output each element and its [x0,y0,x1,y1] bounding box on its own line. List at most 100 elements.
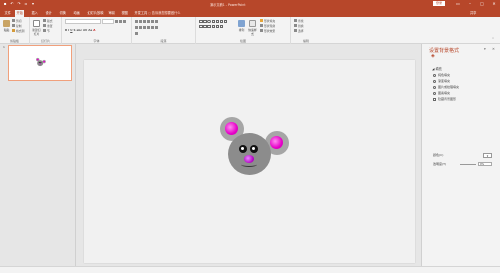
tab-transitions[interactable]: 切换 [58,10,67,18]
tab-animations[interactable]: 动画 [72,10,81,18]
list-buttons[interactable] [135,19,158,24]
hide-background-option[interactable]: 隐藏背景图形 [433,97,456,101]
redo-icon[interactable]: ↷ [17,1,21,6]
tab-developer[interactable]: 开发工具 [133,10,149,18]
face-shape[interactable] [228,133,271,175]
spacing-icon[interactable]: AV [83,28,87,32]
color-picker-button[interactable]: ▾ [483,153,492,158]
collapse-ribbon-icon[interactable]: ˄ [492,37,494,42]
right-eye-shape[interactable] [250,145,258,153]
shapes-gallery[interactable] [199,19,235,35]
tab-review[interactable]: 审阅 [107,10,116,18]
slide-thumbnail[interactable] [8,45,72,81]
tab-design[interactable]: 设计 [44,10,53,18]
freeform-shape-icon[interactable] [215,24,220,28]
tab-view[interactable]: 视图 [120,10,129,18]
save-icon[interactable]: ▪ [3,1,7,6]
radio-button[interactable] [433,85,436,89]
more-shapes-icon[interactable] [219,24,224,28]
pane-options-icon[interactable]: ▾ [484,47,486,51]
left-eye-shape[interactable] [239,145,247,153]
radio-button[interactable] [433,91,436,95]
slide-canvas[interactable] [84,60,415,263]
ribbon-tabs: 文件 开始 插入 设计 切换 动画 幻灯片放映 审阅 视图 开发工具 ◌ 告诉我… [0,8,500,17]
maximize-icon[interactable]: □ [476,0,488,8]
ribbon-display-icon[interactable]: ▭ [452,0,464,8]
radio-button[interactable] [433,79,436,83]
mouse-drawing[interactable] [220,115,290,177]
smartart-button[interactable] [135,31,138,36]
fill-section-header[interactable]: ◢ 填充 [432,66,442,71]
radio-button[interactable] [433,73,436,77]
section-button[interactable]: 节 [43,28,50,33]
line-shape-icon[interactable] [211,19,216,23]
tab-insert[interactable]: 插入 [30,10,39,18]
gradient-fill-option[interactable]: 渐变填充 [433,79,450,83]
shadow-icon[interactable]: S [73,28,75,32]
block-arrow-shape-icon[interactable] [207,24,211,28]
new-slide-button[interactable]: 新建幻灯片 [32,19,41,36]
tell-me-search[interactable]: ◌ 告诉我您想要做什么 [148,10,180,17]
font-size-select[interactable] [102,19,114,24]
ribbon: 粘贴 剪切 复制 格式刷 剪贴板 新建幻灯片 版式 重置 节 幻灯片 B I U… [0,17,500,44]
underline-icon[interactable]: U [70,28,72,32]
brace-shape-icon[interactable] [199,24,203,28]
callout-shape-icon[interactable] [203,24,207,28]
quick-styles-button[interactable]: 快速样式 [248,19,257,36]
transparency-slider[interactable] [460,164,476,165]
rectangle-shape-icon[interactable] [199,19,203,23]
star-shape-icon[interactable] [223,19,228,23]
case-icon[interactable]: Aa [88,28,92,32]
curve-shape-icon[interactable] [211,24,216,28]
shape-effects-button[interactable]: 形状效果 [260,28,275,33]
font-size-buttons[interactable] [115,19,126,24]
format-painter-button[interactable]: 格式刷 [12,28,24,33]
slide-editor [76,44,421,266]
arrow-shape-icon[interactable] [215,19,220,23]
reset-label: 重置 [47,23,53,28]
fill-section-label: 填充 [435,67,442,71]
tab-file[interactable]: 文件 [3,10,12,18]
arrange-button[interactable]: 排列 [237,19,246,35]
arrange-label: 排列 [238,28,245,32]
font-style-buttons[interactable]: B I U S abc AV Aa A [65,27,95,32]
mouth-shape[interactable] [241,162,257,167]
align-center-icon [139,26,142,29]
fill-bucket-icon[interactable]: ◈ [431,54,437,59]
font-name-select[interactable] [65,19,101,24]
strikethrough-icon[interactable]: abc [76,28,82,32]
pattern-fill-option[interactable]: 图案填充 [433,91,450,95]
clear-format-icon [123,20,126,23]
replace-label: 替换 [298,23,304,28]
tab-slideshow[interactable]: 幻灯片放映 [86,10,105,18]
paste-button[interactable]: 粘贴 [2,19,11,35]
font-color-icon[interactable]: A [93,28,95,32]
bold-icon[interactable]: B [65,28,67,32]
undo-icon[interactable]: ↶ [10,1,14,6]
minimize-icon[interactable]: – [464,0,476,8]
drawing-group: 排列 快速样式 形状填充 形状轮廓 形状效果 绘图 [196,17,291,44]
picture-fill-option[interactable]: 图片或纹理填充 [433,85,459,89]
textbox-shape-icon[interactable] [203,19,207,23]
italic-icon[interactable]: I [68,28,69,32]
triangle-shape-icon[interactable] [219,19,224,23]
tab-home[interactable]: 开始 [15,9,25,17]
right-ear-inner-shape[interactable] [270,136,283,149]
select-button[interactable]: 选择 [294,28,304,33]
share-button[interactable]: 共享 [470,10,476,17]
transparency-input[interactable]: 0% [478,162,492,166]
pane-close-icon[interactable]: ✕ [492,47,495,51]
shrink-font-icon [119,20,122,23]
left-ear-inner-shape[interactable] [225,122,238,135]
solid-fill-option[interactable]: 纯色填充 [433,73,450,77]
login-button[interactable]: 登录 [433,1,445,6]
align-buttons[interactable] [135,25,158,30]
customize-icon[interactable]: ▾ [31,1,35,6]
present-icon[interactable]: ▫ [24,1,28,6]
shape-effects-label: 形状效果 [264,28,276,33]
oval-shape-icon[interactable] [207,19,211,23]
checkbox[interactable] [433,97,436,101]
find-label: 查找 [298,18,304,23]
mouse-thumbnail-image [36,57,46,67]
close-icon[interactable]: ✕ [488,0,500,8]
